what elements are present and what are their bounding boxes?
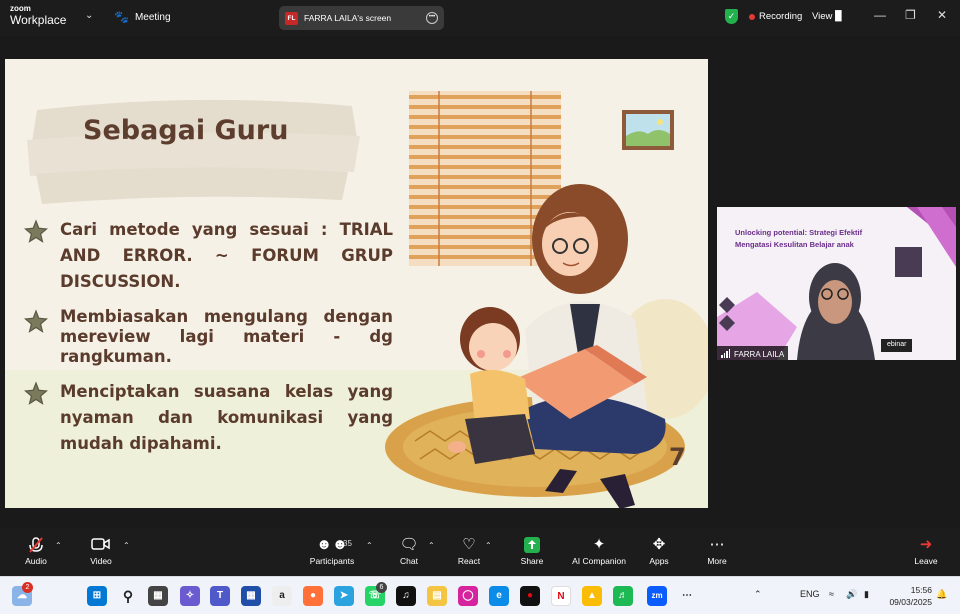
presenter-avatar: FL [285, 11, 298, 25]
close-icon[interactable]: ✕ [937, 8, 947, 22]
edge-icon[interactable]: e [489, 586, 509, 606]
leave-button[interactable]: ➜ Leave [896, 536, 956, 566]
windows-taskbar: ☁ 2 ⊞ ⚲ ▦ ✧ T ▦ a ● ➤ ☏ 6 ♫ ▤ ◯ e ● N ▲ … [0, 576, 960, 614]
signal-icon [721, 348, 731, 360]
participants-caret-icon[interactable]: ⌃ [366, 541, 373, 550]
view-layout-icon: ▉ [835, 11, 843, 22]
notification-bell-icon[interactable]: 🔔 [936, 589, 947, 600]
volume-icon[interactable]: 🔊 [846, 589, 857, 600]
spotify-icon[interactable]: ♬ [613, 586, 633, 606]
webinar-tag: ebinar [881, 339, 913, 352]
tray-chevron-icon[interactable]: ⌃ [754, 589, 762, 600]
recording-indicator[interactable]: Recording [749, 11, 802, 22]
apps-grid-icon: ✥ [652, 536, 666, 553]
share-button[interactable]: Share [502, 536, 562, 566]
meeting-menu-button[interactable]: 🐾 Meeting [114, 10, 171, 24]
screen-share-indicator[interactable]: FL FARRA LAILA's screen ••• [279, 6, 444, 30]
star-icon [23, 309, 49, 333]
apps-button[interactable]: ✥ Apps [629, 536, 689, 566]
zoom-workplace-logo: zoom Workplace [10, 4, 67, 27]
minimize-icon[interactable]: — [874, 8, 886, 22]
more-apps-icon[interactable]: ⋯ [677, 586, 697, 606]
google-drive-icon[interactable]: ▲ [582, 586, 602, 606]
shared-slide: Sebagai Guru Cari metode yang sesuai : T… [5, 59, 708, 508]
leave-door-icon: ➜ [919, 536, 933, 553]
bullet-item: Menciptakan suasana kelas yang nyaman da… [23, 379, 393, 457]
telegram-icon[interactable]: ➤ [334, 586, 354, 606]
zoom-top-bar: zoom Workplace ⌄ 🐾 Meeting FL FARRA LAIL… [0, 0, 960, 36]
share-screen-icon [502, 536, 562, 556]
bullet-item: Cari metode yang sesuai : TRIAL AND ERRO… [23, 217, 393, 295]
video-banner-text: Unlocking potential: Strategi Efektif Me… [735, 228, 863, 249]
bullet-list: Cari metode yang sesuai : TRIAL AND ERRO… [23, 217, 393, 469]
tiktok-icon[interactable]: ♫ [396, 586, 416, 606]
participant-name-label: FARRA LAILA [717, 346, 789, 360]
file-explorer-icon[interactable]: ▤ [427, 586, 447, 606]
title-brush-stroke [27, 99, 360, 204]
paw-icon: 🐾 [114, 10, 129, 24]
wifi-icon[interactable]: ≈ [829, 589, 834, 599]
battery-icon[interactable]: ▮ [864, 589, 869, 600]
language-indicator[interactable]: ENG [800, 589, 820, 599]
sparkle-icon: ✦ [592, 536, 606, 553]
copilot-icon[interactable]: ✧ [180, 586, 200, 606]
video-button[interactable]: Video [71, 536, 131, 566]
participants-count: 35 [343, 539, 352, 548]
video-caret-icon[interactable]: ⌃ [123, 541, 130, 550]
more-dots-icon: ⋯ [709, 536, 725, 553]
more-options-icon[interactable]: ••• [426, 12, 438, 24]
firefox-icon[interactable]: ● [303, 586, 323, 606]
weather-badge: 2 [22, 582, 33, 593]
whatsapp-badge: 6 [376, 582, 387, 593]
search-icon[interactable]: ⚲ [118, 586, 138, 606]
slide-page-number: 7 [669, 443, 686, 471]
bullet-item: Membiasakan mengulang dengan mereview la… [23, 307, 393, 367]
camera-icon [71, 536, 131, 556]
task-view-icon[interactable]: ▦ [148, 586, 168, 606]
security-shield-icon[interactable]: ✓ [725, 9, 738, 24]
audio-caret-icon[interactable]: ⌃ [55, 541, 62, 550]
participants-button[interactable]: ☻☻ Participants [302, 536, 362, 566]
teams-icon[interactable]: T [210, 586, 230, 606]
view-button[interactable]: View ▉ [812, 11, 842, 22]
wall-picture [622, 110, 674, 150]
chevron-down-icon[interactable]: ⌄ [85, 10, 93, 21]
amazon-icon[interactable]: a [272, 586, 292, 606]
more-button[interactable]: ⋯ More [687, 536, 747, 566]
store-icon[interactable]: ▦ [241, 586, 261, 606]
chat-caret-icon[interactable]: ⌃ [428, 541, 435, 550]
star-icon [23, 381, 49, 405]
screen-share-title: FARRA LAILA's screen [304, 13, 392, 23]
star-icon [23, 219, 49, 243]
netflix-icon[interactable]: N [551, 586, 571, 606]
recording-dot-icon [749, 13, 755, 20]
react-caret-icon[interactable]: ⌃ [485, 541, 492, 550]
chrome-icon[interactable]: ● [520, 586, 540, 606]
participant-video-tile[interactable]: Unlocking potential: Strategi Efektif Me… [717, 207, 956, 360]
ai-companion-button[interactable]: ✦ AI Companion [562, 536, 636, 566]
participants-icon: ☻☻ [316, 536, 348, 553]
restore-icon[interactable]: ❐ [905, 8, 916, 22]
meeting-toolbar: Audio ⌃ Video ⌃ ☻☻ Participants 35 ⌃ 🗨 C… [0, 528, 960, 576]
start-windows-icon[interactable]: ⊞ [87, 586, 107, 606]
slide-title: Sebagai Guru [83, 115, 289, 146]
zoom-taskbar-icon[interactable]: zm [647, 586, 667, 606]
mother-reading-illustration [385, 184, 708, 508]
clock[interactable]: 15:56 09/03/2025 [884, 584, 932, 608]
instagram-icon[interactable]: ◯ [458, 586, 478, 606]
